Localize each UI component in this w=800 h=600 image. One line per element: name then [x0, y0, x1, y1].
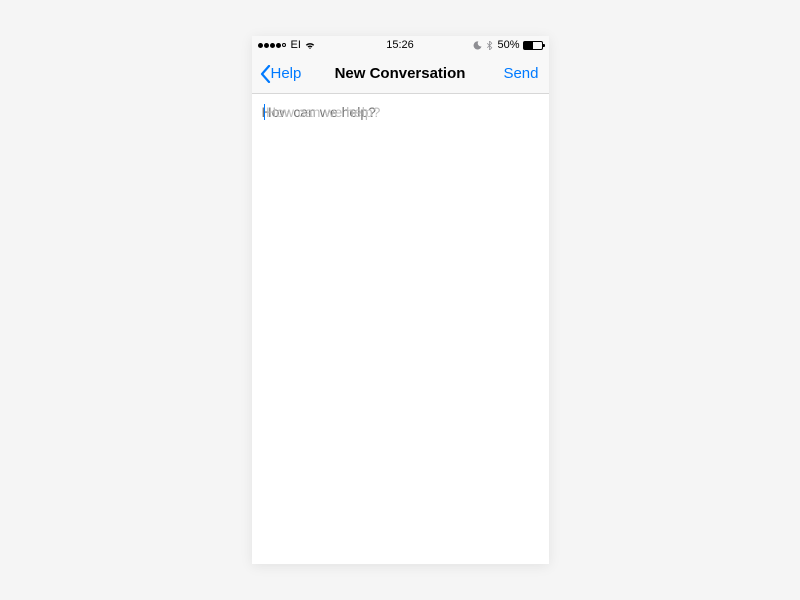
status-right: 50%	[473, 39, 542, 51]
carrier-label: EI	[291, 39, 301, 51]
nav-title: New Conversation	[335, 65, 466, 82]
back-label: Help	[271, 65, 302, 82]
status-time: 15:26	[386, 39, 414, 51]
nav-bar: Help New Conversation Send	[252, 54, 549, 94]
bluetooth-icon	[485, 41, 494, 50]
back-button[interactable]: Help	[260, 65, 302, 83]
battery-percentage: 50%	[497, 39, 519, 51]
signal-strength-icon	[258, 43, 286, 48]
chevron-left-icon	[260, 65, 271, 83]
phone-screen: EI 15:26 50% Help New Conversa	[252, 36, 549, 564]
do-not-disturb-icon	[473, 41, 482, 50]
battery-icon	[523, 41, 543, 50]
compose-area: How can we help?	[252, 94, 549, 564]
status-left: EI	[258, 39, 316, 51]
status-bar: EI 15:26 50%	[252, 36, 549, 54]
send-button[interactable]: Send	[503, 65, 540, 82]
wifi-icon	[304, 40, 316, 50]
message-input[interactable]	[262, 104, 539, 136]
